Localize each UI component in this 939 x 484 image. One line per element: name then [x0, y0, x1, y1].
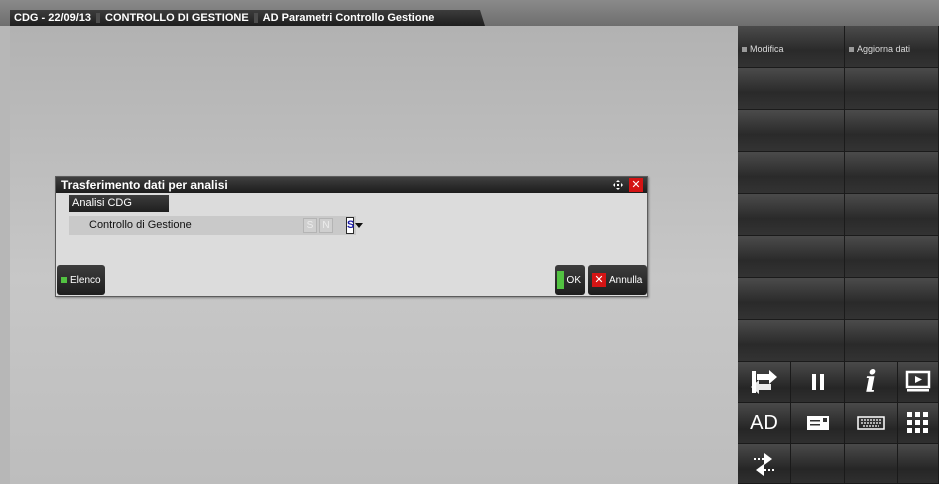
- status-led-icon: [849, 46, 854, 52]
- modifica-button[interactable]: Modifica: [738, 26, 845, 68]
- empty-command-button[interactable]: [845, 110, 939, 152]
- close-icon: ✕: [592, 273, 606, 287]
- transfer-dialog: Trasferimento dati per analisi ✕ Analisi…: [55, 176, 648, 297]
- toolbar-icons: i AD: [738, 362, 939, 484]
- swap-arrows-icon[interactable]: [738, 362, 791, 403]
- status-led-icon: [557, 271, 564, 289]
- elenco-button[interactable]: Elenco: [57, 265, 105, 295]
- breadcrumb-item-company[interactable]: CDG - 22/09/13: [14, 12, 91, 24]
- dialog-title: Trasferimento dati per analisi: [61, 178, 228, 192]
- annulla-button[interactable]: ✕ Annulla: [588, 265, 647, 295]
- info-icon[interactable]: i: [845, 362, 898, 403]
- status-led-icon: [61, 277, 67, 283]
- keyboard-icon[interactable]: [845, 403, 898, 444]
- message-icon[interactable]: [791, 403, 845, 444]
- empty-command-button[interactable]: [898, 444, 939, 484]
- status-led-icon: [742, 46, 747, 52]
- aggiorna-dati-button[interactable]: Aggiorna dati: [845, 26, 939, 68]
- empty-command-button[interactable]: [845, 68, 939, 110]
- empty-command-button[interactable]: [738, 278, 845, 320]
- dialog-title-bar[interactable]: Trasferimento dati per analisi ✕: [56, 177, 647, 193]
- empty-command-button[interactable]: [845, 152, 939, 194]
- ad-button[interactable]: AD: [738, 403, 791, 444]
- close-icon[interactable]: ✕: [629, 178, 643, 192]
- empty-command-button[interactable]: [845, 278, 939, 320]
- breadcrumb-item-module[interactable]: CONTROLLO DI GESTIONE: [105, 12, 249, 24]
- pause-icon[interactable]: [791, 362, 845, 403]
- field-label: Controllo di Gestione: [89, 219, 192, 231]
- move-icon[interactable]: [611, 178, 625, 192]
- empty-command-button[interactable]: [738, 110, 845, 152]
- option-n[interactable]: N: [319, 218, 333, 233]
- video-play-icon[interactable]: [898, 362, 939, 403]
- empty-command-button[interactable]: [738, 194, 845, 236]
- empty-command-button[interactable]: [738, 320, 845, 362]
- transfer-arrows-icon[interactable]: [738, 444, 791, 484]
- breadcrumb: CDG - 22/09/13 CONTROLLO DI GESTIONE AD …: [10, 10, 485, 26]
- empty-command-button[interactable]: [738, 68, 845, 110]
- empty-command-button[interactable]: [845, 194, 939, 236]
- controllo-value-field[interactable]: S: [346, 217, 354, 234]
- top-tab-bar: CDG - 22/09/13 CONTROLLO DI GESTIONE AD …: [0, 0, 939, 26]
- empty-command-button[interactable]: [845, 444, 898, 484]
- grid-menu-icon[interactable]: [898, 403, 939, 444]
- option-s[interactable]: S: [303, 218, 317, 233]
- empty-command-button[interactable]: [738, 236, 845, 278]
- section-title: Analisi CDG: [69, 195, 169, 212]
- empty-command-button[interactable]: [845, 320, 939, 362]
- empty-command-button[interactable]: [845, 236, 939, 278]
- ok-button[interactable]: OK: [555, 265, 585, 295]
- empty-command-button[interactable]: [791, 444, 845, 484]
- breadcrumb-item-function[interactable]: AD Parametri Controllo Gestione: [263, 12, 435, 24]
- empty-command-button[interactable]: [738, 152, 845, 194]
- chevron-down-icon[interactable]: [355, 223, 363, 228]
